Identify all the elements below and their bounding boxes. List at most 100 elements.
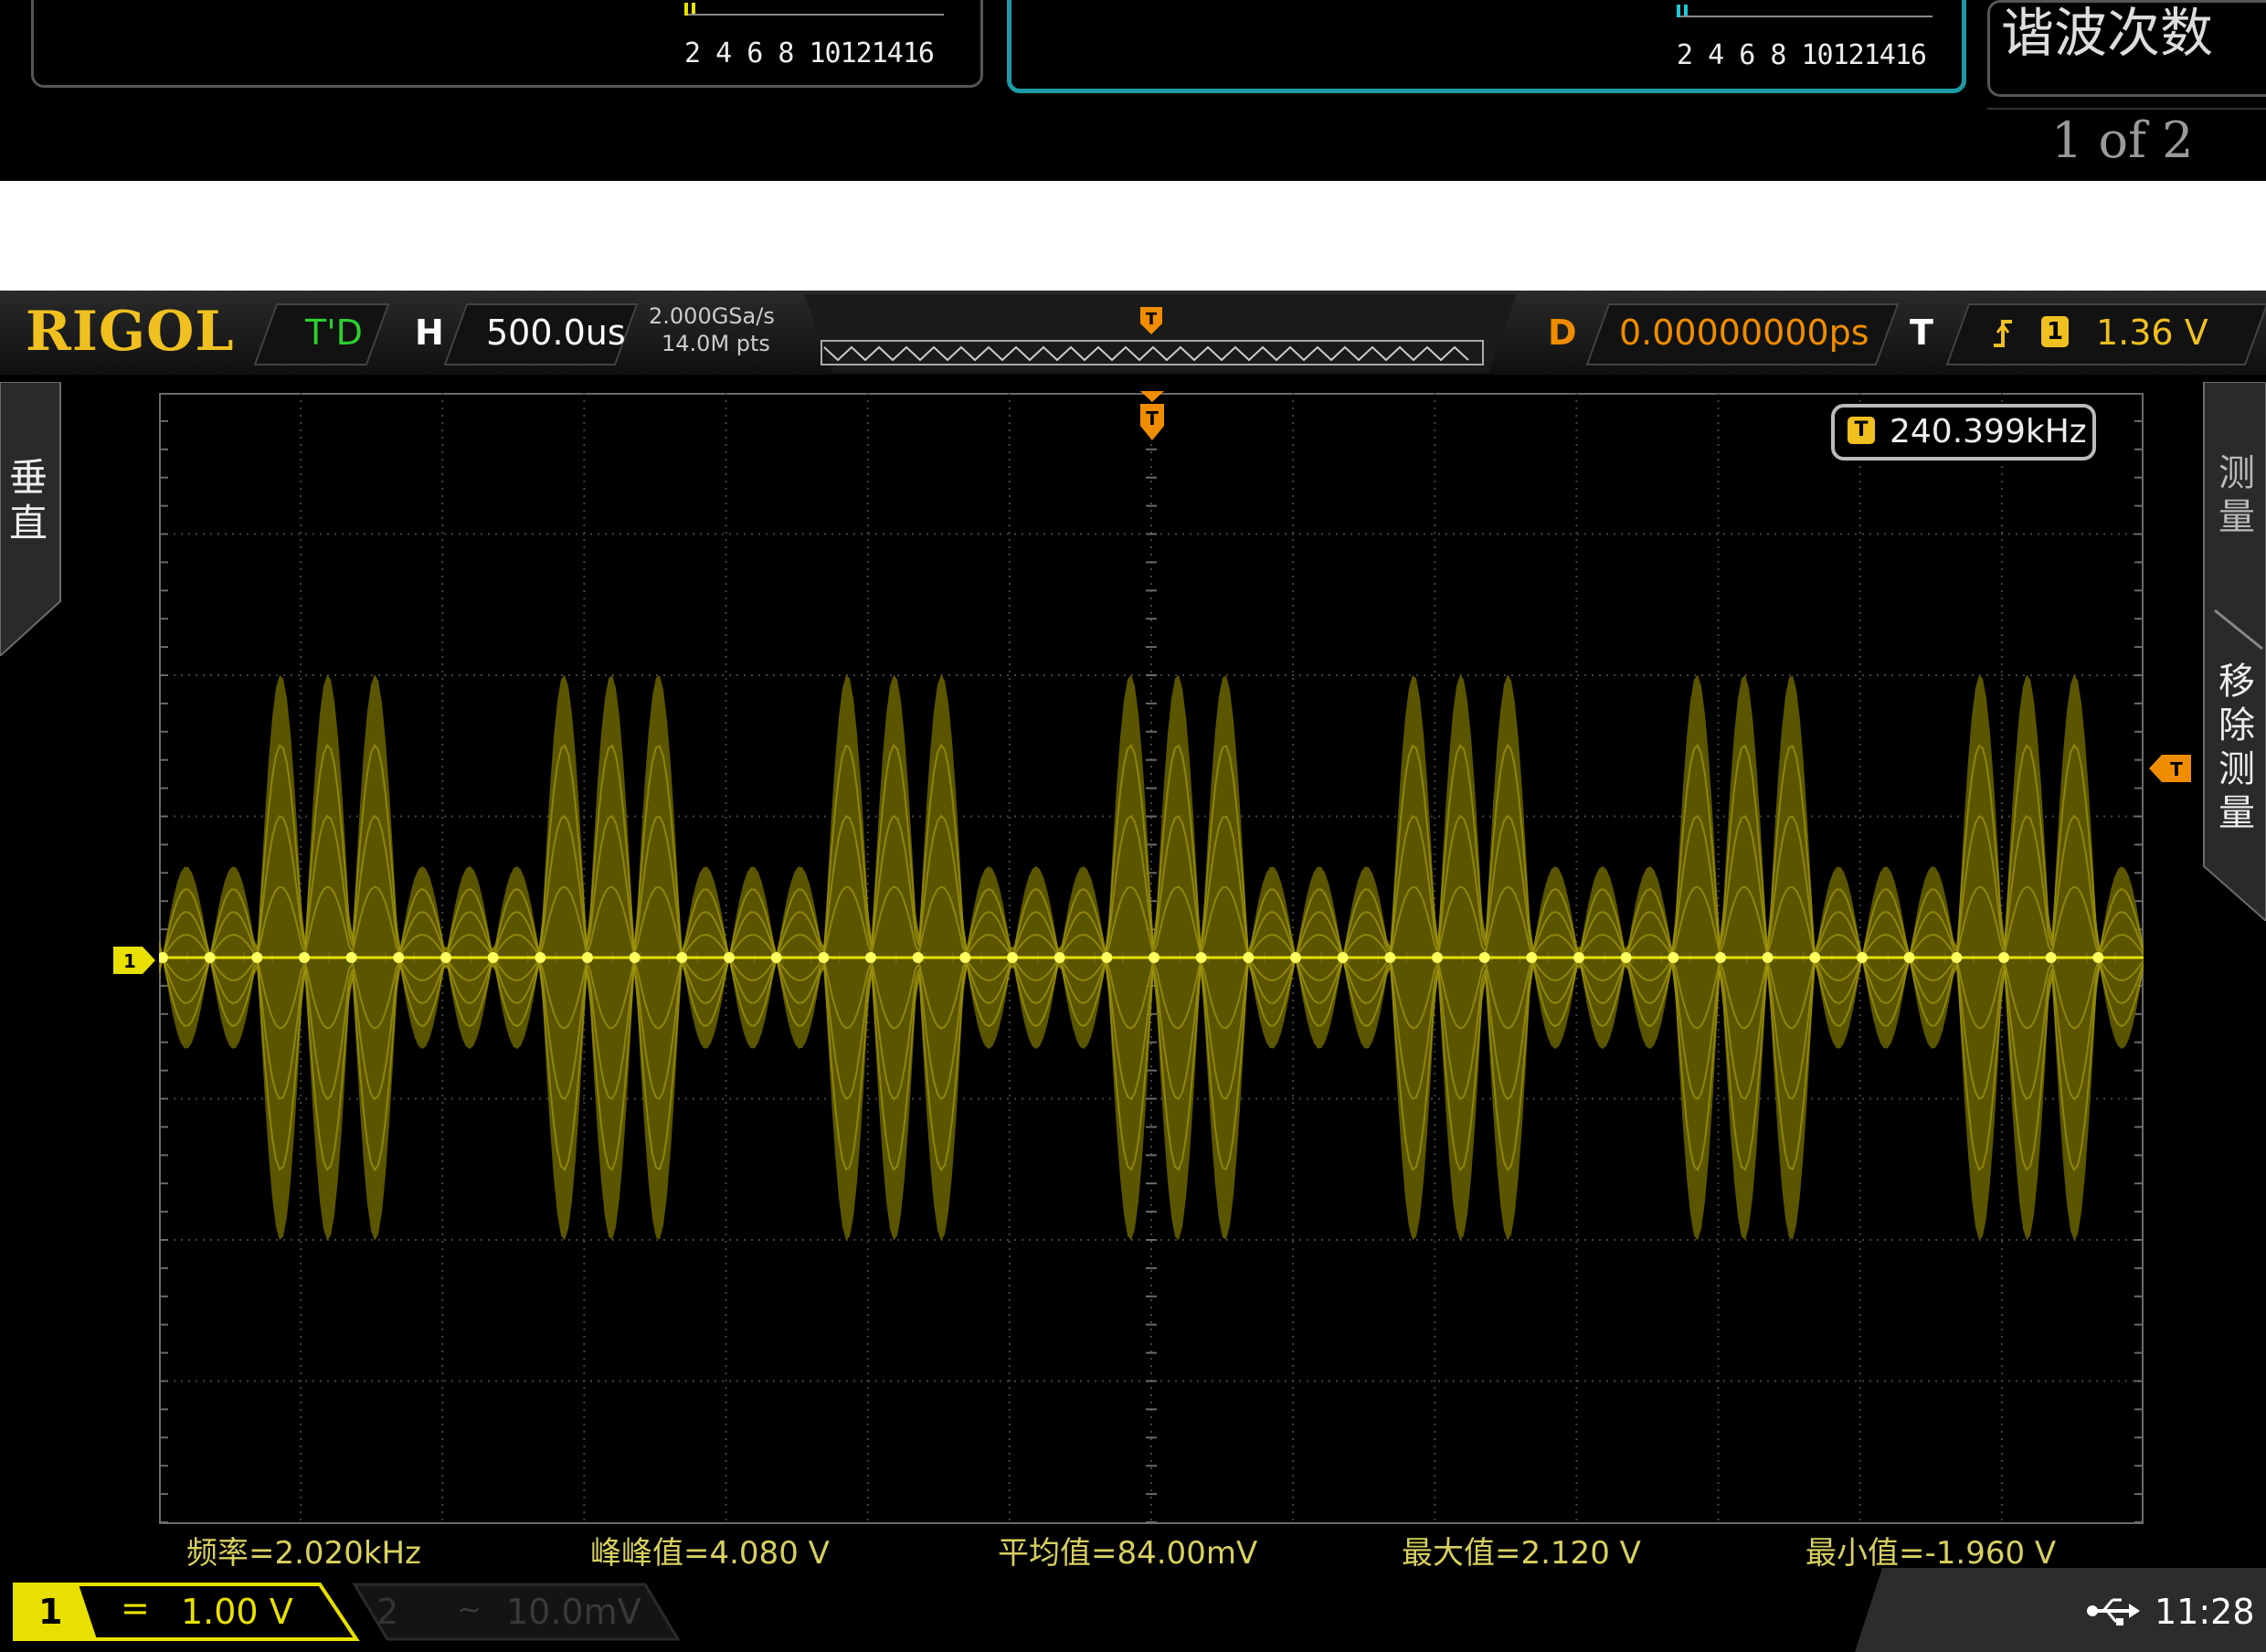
harmonic-scale: [688, 1, 944, 16]
waveform-node: [1620, 952, 1632, 963]
timebase-value: 500.0us: [486, 312, 626, 353]
waveform-node: [1054, 952, 1065, 963]
frequency-counter: T 240.399kHz: [1831, 404, 2096, 461]
sample-rate: 2.000GSa/s: [649, 303, 775, 329]
channel1-number: 1: [38, 1592, 63, 1632]
waveform-node: [770, 952, 782, 963]
waveform-node: [1290, 952, 1301, 963]
waveform-display: [159, 393, 2144, 1526]
waveform-node: [818, 952, 830, 963]
channel2-button[interactable]: 2 ~ 10.0mV: [353, 1583, 682, 1641]
waveform-node: [2045, 952, 2057, 963]
harmonic-scale: [1680, 3, 1932, 17]
waveform-node: [629, 952, 641, 963]
svg-text:T: T: [1146, 408, 1159, 429]
bottom-channel-bar: 1 = 1.00 V 2 ~ 10.0mV 11:28: [0, 1568, 2266, 1652]
graticule: [159, 393, 2144, 1526]
measurement-peak-to-peak: 峰峰值=4.080 V: [590, 1535, 830, 1572]
trigger-position-marker[interactable]: T: [1137, 391, 1168, 444]
waveform-node: [2092, 952, 2104, 963]
separator-gap: [0, 181, 2266, 291]
waveform-node: [1809, 952, 1821, 963]
channel1-ground-marker[interactable]: 1: [111, 945, 157, 976]
delay-label: D: [1548, 312, 1577, 353]
waveform-node: [1668, 952, 1679, 963]
svg-text:T: T: [1146, 310, 1158, 329]
trigger-level: 1.36 V: [2096, 312, 2208, 353]
trigger-source-badge: 1: [2041, 316, 2069, 347]
measurement-minimum: 最小值=-1.960 V: [1805, 1535, 2057, 1572]
counter-source-badge: T: [1848, 417, 1875, 444]
waveform-node: [1526, 952, 1538, 963]
waveform-node: [1998, 952, 2009, 963]
channel1-coupling-dc-icon: =: [121, 1588, 150, 1628]
frequency-counter-value: 240.399kHz: [1890, 413, 2087, 450]
waveform-node: [1337, 952, 1349, 963]
waveform-node: [487, 952, 499, 963]
divider: [1987, 108, 2266, 110]
trigger-label: T: [1910, 312, 1933, 353]
waveform-node: [582, 952, 593, 963]
harmonic-order-label: 谐波次数: [2001, 2, 2214, 64]
waveform-node: [1101, 952, 1113, 963]
channel1-scale: 1.00 V: [181, 1592, 293, 1632]
harmonic-ticks: 2 4 6 8 10121416: [684, 37, 935, 69]
waveform-node: [676, 952, 688, 963]
status-bar: RIGOL T'D H 500.0us 2.000GSa/s 14.0M pts…: [0, 291, 2266, 375]
measure-menu-tab[interactable]: 测量 移除测量: [2202, 382, 2266, 921]
channel1-button[interactable]: 1 = 1.00 V: [13, 1583, 360, 1641]
page-indicator: 1 of 2: [2051, 111, 2194, 169]
waveform-node: [251, 952, 263, 963]
waveform-node: [959, 952, 971, 963]
harmonic-ticks: 2 4 6 8 10121416: [1677, 39, 1927, 71]
measure-label: 测量: [2218, 452, 2255, 538]
waveform-node: [1857, 952, 1868, 963]
waveform-node: [1573, 952, 1584, 963]
waveform-node: [912, 952, 924, 963]
waveform-node: [393, 952, 405, 963]
measurement-maximum: 最大值=2.120 V: [1402, 1535, 1641, 1572]
channel2-number: 2: [376, 1592, 399, 1632]
waveform-node: [1243, 952, 1255, 963]
harmonic-panel-right: 2 4 6 8 10121416: [1007, 0, 1966, 93]
previous-screen-strip: 2 4 6 8 10121416 2 4 6 8 10121416 谐波次数 1…: [0, 0, 2266, 181]
delay-value: 0.00000000ps: [1619, 312, 1869, 353]
trigger-position-icon: T: [1140, 307, 1162, 334]
remove-measure-label[interactable]: 移除测量: [2218, 660, 2255, 835]
waveform-node: [299, 952, 310, 963]
harmonic-order-button[interactable]: 谐波次数: [1987, 0, 2266, 97]
waveform-node: [1951, 952, 1963, 963]
channel2-coupling-ac-icon: ~: [457, 1592, 482, 1626]
memory-depth: 14.0M pts: [662, 331, 770, 356]
rising-edge-icon: [1994, 320, 2012, 347]
usb-icon: [2087, 1598, 2140, 1626]
svg-text:T: T: [2170, 758, 2183, 780]
waveform-node: [1432, 952, 1443, 963]
waveform-node: [440, 952, 451, 963]
run-status: T'D: [305, 312, 363, 353]
measurement-average: 平均值=84.00mV: [998, 1535, 1258, 1572]
harmonic-panel-left: 2 4 6 8 10121416: [31, 0, 983, 88]
waveform-node: [1903, 952, 1915, 963]
waveform-node: [204, 952, 216, 963]
horizontal-label: H: [415, 312, 444, 353]
clock-time: 11:28: [2155, 1592, 2255, 1632]
rigol-logo: RIGOL: [26, 300, 235, 364]
waveform-node: [1195, 952, 1207, 963]
memory-overview-waveform: [821, 340, 1484, 365]
waveform-node: [1007, 952, 1018, 963]
vertical-menu-tab[interactable]: 垂直: [0, 382, 62, 656]
waveform-node: [1384, 952, 1396, 963]
waveform-node: [345, 952, 357, 963]
waveform-node: [1149, 952, 1159, 963]
trigger-level-marker[interactable]: T: [2147, 753, 2193, 784]
waveform-node: [535, 952, 546, 963]
waveform-node: [1478, 952, 1490, 963]
channel2-scale: 10.0mV: [506, 1592, 641, 1632]
svg-text:1: 1: [123, 950, 136, 972]
waveform-node: [865, 952, 876, 963]
waveform-node: [724, 952, 735, 963]
vertical-menu-label: 垂直: [9, 455, 48, 545]
waveform-node: [1715, 952, 1726, 963]
waveform-node: [1762, 952, 1774, 963]
